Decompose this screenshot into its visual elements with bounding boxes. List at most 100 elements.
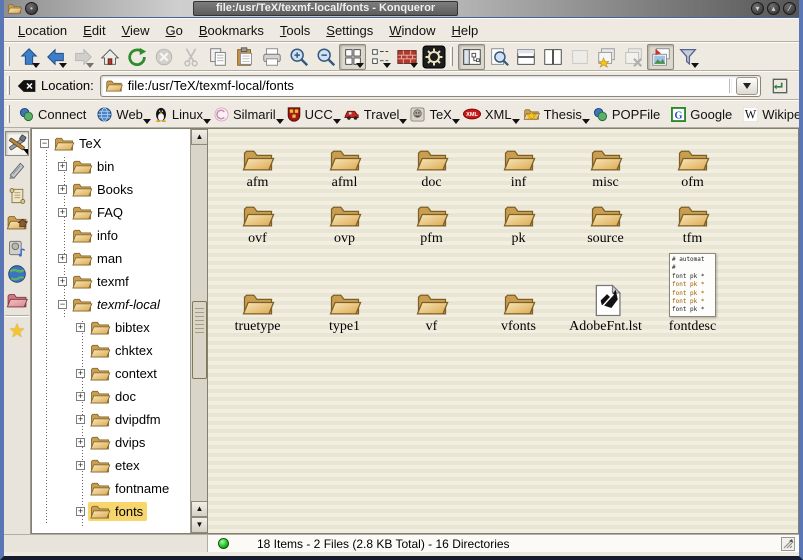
bookmark-connect[interactable]: Connect <box>15 105 93 124</box>
reload-button[interactable] <box>123 44 150 70</box>
collapse-icon[interactable] <box>40 139 49 148</box>
sidebar-toggle-button[interactable] <box>458 44 485 70</box>
sidebar-tab-root-directory[interactable] <box>5 287 29 312</box>
copy-button[interactable] <box>204 44 231 70</box>
folder-item-source[interactable]: source <box>562 191 649 247</box>
folder-item-pk[interactable]: pk <box>475 191 562 247</box>
zoom-in-button[interactable] <box>285 44 312 70</box>
expand-icon[interactable] <box>76 461 85 470</box>
folder-item-ovf[interactable]: ovf <box>214 191 301 247</box>
menu-tools[interactable]: Tools <box>272 20 318 41</box>
back-button[interactable] <box>42 44 69 70</box>
title-bar[interactable]: file:/usr/TeX/texmf-local/fonts - Konque… <box>4 0 799 18</box>
collapse-icon[interactable] <box>58 300 67 309</box>
tree-item-etex[interactable]: etex <box>32 454 190 477</box>
scroll-up-button[interactable] <box>191 501 208 517</box>
folder-item-ofm[interactable]: ofm <box>649 133 736 191</box>
clear-location-button[interactable] <box>15 73 39 99</box>
expand-icon[interactable] <box>58 162 67 171</box>
expand-icon[interactable] <box>76 507 85 516</box>
bookmark-thesis[interactable]: Thesis <box>519 105 589 124</box>
home-button[interactable] <box>96 44 123 70</box>
list-view-button[interactable] <box>366 44 393 70</box>
expand-icon[interactable] <box>58 185 67 194</box>
tree-item-man[interactable]: man <box>32 247 190 270</box>
resize-grip-icon[interactable] <box>781 537 795 551</box>
toolbar-grip[interactable] <box>450 47 453 66</box>
close-button[interactable] <box>783 2 796 15</box>
scroll-up-button[interactable] <box>191 129 208 145</box>
bookmark-ucc[interactable]: UCC <box>283 105 340 124</box>
folder-item-misc[interactable]: misc <box>562 133 649 191</box>
tree-item-fonts[interactable]: fonts <box>32 500 190 523</box>
go-button[interactable] <box>767 73 793 99</box>
tree-item-TeX[interactable]: TeX <box>32 132 190 155</box>
expand-icon[interactable] <box>76 323 85 332</box>
expand-icon[interactable] <box>58 208 67 217</box>
scroll-buttons[interactable] <box>191 501 208 533</box>
menu-go[interactable]: Go <box>158 20 191 41</box>
folder-view[interactable]: afm afml doc inf misc ofm ovf ovp pfm pk… <box>208 128 799 534</box>
tree-item-dvipdfm[interactable]: dvipdfm <box>32 408 190 431</box>
location-dropdown-button[interactable] <box>736 77 758 95</box>
bookmark-popfile[interactable]: POPFile <box>589 105 667 124</box>
location-input[interactable]: file:/usr/TeX/texmf-local/fonts <box>100 75 761 97</box>
folder-item-vf[interactable]: vf <box>388 247 475 335</box>
folder-item-afml[interactable]: afml <box>301 133 388 191</box>
expand-icon[interactable] <box>76 369 85 378</box>
bookmark-xml[interactable]: XML XML <box>459 105 519 124</box>
minimize-button[interactable] <box>751 2 764 15</box>
sidebar-tab-bookmarks[interactable] <box>5 319 29 344</box>
folder-item-afm[interactable]: afm <box>214 133 301 191</box>
folder-item-inf[interactable]: inf <box>475 133 562 191</box>
bookmark-google[interactable]: G Google <box>667 105 739 124</box>
gear-button[interactable] <box>420 44 447 70</box>
expand-icon[interactable] <box>58 277 67 286</box>
bookmark-web[interactable]: Web <box>93 105 150 124</box>
scroll-down-button[interactable] <box>191 517 208 533</box>
configure-panel-button[interactable] <box>5 131 29 156</box>
icon-view-button[interactable] <box>339 44 366 70</box>
bookmark-wikipedia[interactable]: W Wikipedia <box>739 105 803 124</box>
bookmark-silmaril[interactable]: Silmaril <box>210 105 283 124</box>
sidebar-tab-history[interactable] <box>5 157 29 182</box>
folder-item-truetype[interactable]: truetype <box>214 247 301 335</box>
split-vertical-button[interactable] <box>539 44 566 70</box>
expand-icon[interactable] <box>58 254 67 263</box>
tree-scrollbar[interactable] <box>190 129 207 533</box>
bookmark-tex[interactable]: TeX <box>406 105 458 124</box>
tree-item-fontname[interactable]: fontname <box>32 477 190 500</box>
tree-item-doc[interactable]: doc <box>32 385 190 408</box>
maximize-button[interactable] <box>767 2 780 15</box>
menu-help[interactable]: Help <box>444 20 487 41</box>
print-button[interactable] <box>258 44 285 70</box>
sidebar-tab-home-directory[interactable] <box>5 209 29 234</box>
expand-icon[interactable] <box>76 415 85 424</box>
tree-item-chktex[interactable]: chktex <box>32 339 190 362</box>
file-item-fontdesc[interactable]: # automat # font pk * font pk * font pk … <box>649 247 736 335</box>
menu-location[interactable]: Location <box>10 20 75 41</box>
folder-item-vfonts[interactable]: vfonts <box>475 247 562 335</box>
paste-button[interactable] <box>231 44 258 70</box>
file-item-AdobeFnt[interactable]: AdobeFnt.lst <box>562 247 649 335</box>
scrollbar-thumb[interactable] <box>192 301 207 379</box>
toolbar-grip[interactable] <box>7 105 10 123</box>
folder-item-ovp[interactable]: ovp <box>301 191 388 247</box>
toolbar-grip[interactable] <box>7 47 10 66</box>
menu-view[interactable]: View <box>114 20 158 41</box>
sidebar-tab-services[interactable] <box>5 235 29 260</box>
toolbar-grip[interactable] <box>7 76 10 95</box>
folder-item-pfm[interactable]: pfm <box>388 191 475 247</box>
zoom-out-button[interactable] <box>312 44 339 70</box>
find-button[interactable] <box>485 44 512 70</box>
sidebar-tab-directory-tree[interactable] <box>5 183 29 208</box>
menu-window[interactable]: Window <box>381 20 443 41</box>
tree-item-FAQ[interactable]: FAQ <box>32 201 190 224</box>
folder-item-doc[interactable]: doc <box>388 133 475 191</box>
expand-icon[interactable] <box>76 392 85 401</box>
tree-item-dvips[interactable]: dvips <box>32 431 190 454</box>
image-preview-button[interactable] <box>647 44 674 70</box>
tree-item-context[interactable]: context <box>32 362 190 385</box>
menu-bookmarks[interactable]: Bookmarks <box>191 20 272 41</box>
tree-item-bibtex[interactable]: bibtex <box>32 316 190 339</box>
